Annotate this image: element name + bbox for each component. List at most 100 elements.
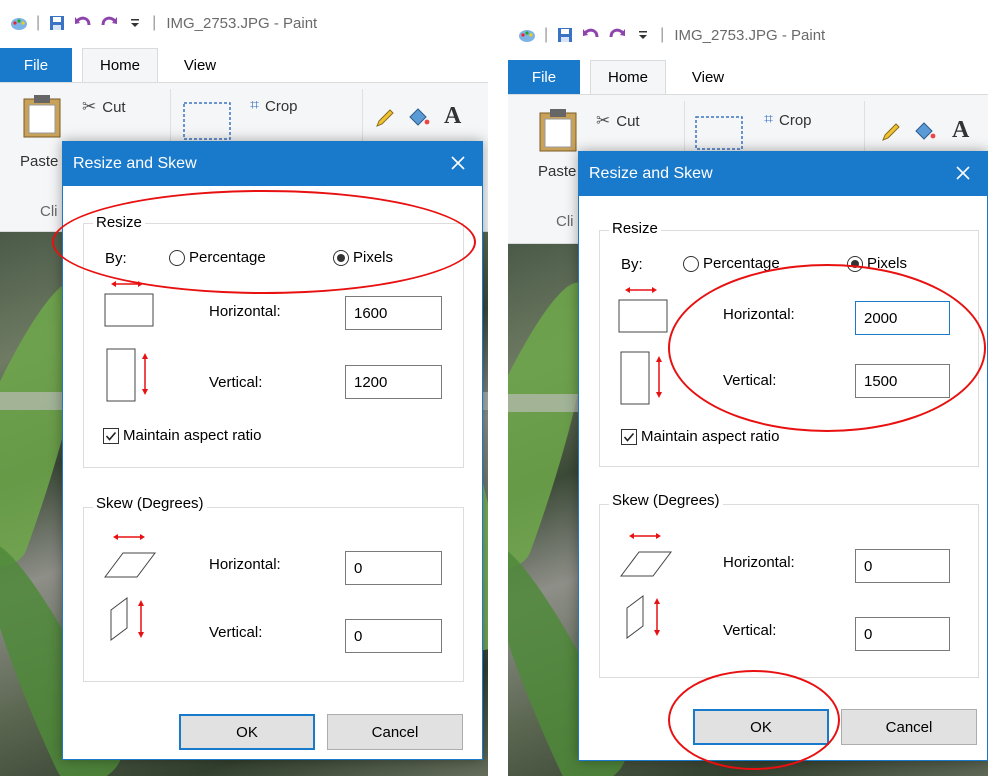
separator: | <box>660 26 665 43</box>
title-bar: | | IMG_2753.JPG - Paint <box>508 12 988 58</box>
vertical-resize-icon <box>619 350 669 410</box>
skew-horizontal-input[interactable] <box>855 549 950 583</box>
resize-group-label: Resize <box>93 214 145 231</box>
ok-button[interactable]: OK <box>179 714 315 750</box>
tab-home[interactable]: Home <box>82 48 158 82</box>
skew-vertical-input[interactable] <box>345 619 442 653</box>
crop-button[interactable]: ⌗ Crop <box>764 111 812 129</box>
tab-view[interactable]: View <box>170 48 230 82</box>
paint-app-icon[interactable] <box>10 14 28 32</box>
cut-button[interactable]: ✂ Cut <box>596 111 640 131</box>
horizontal-resize-icon <box>103 278 155 334</box>
select-icon[interactable] <box>694 115 744 151</box>
undo-icon[interactable] <box>74 14 92 32</box>
paint-window-after: | | IMG_2753.JPG - Paint File Home View … <box>508 0 988 776</box>
horizontal-skew-icon <box>619 530 673 584</box>
redo-icon[interactable] <box>100 14 118 32</box>
clipboard-group-label: Cli <box>556 213 574 230</box>
ribbon-tabs: File Home View <box>508 58 988 94</box>
fill-icon[interactable] <box>406 105 430 129</box>
percentage-radio[interactable]: Percentage <box>683 255 780 272</box>
resize-horizontal-label: Horizontal: <box>209 303 281 320</box>
paste-button[interactable]: Paste <box>20 153 58 170</box>
save-icon[interactable] <box>48 14 66 32</box>
separator: | <box>152 14 157 31</box>
dialog-title: Resize and Skew <box>73 155 197 172</box>
resize-horizontal-input[interactable] <box>345 296 442 330</box>
skew-horizontal-input[interactable] <box>345 551 442 585</box>
fill-icon[interactable] <box>912 119 936 143</box>
pixels-radio[interactable]: Pixels <box>333 249 393 266</box>
skew-vertical-label: Vertical: <box>723 622 777 639</box>
title-bar: | | IMG_2753.JPG - Paint <box>0 0 488 46</box>
pencil-icon[interactable] <box>374 107 396 129</box>
close-icon[interactable] <box>951 161 975 185</box>
radio-selected-icon <box>333 249 349 266</box>
undo-icon[interactable] <box>582 26 600 44</box>
maintain-aspect-checkbox[interactable]: Maintain aspect ratio <box>103 427 261 444</box>
customize-toolbar-icon[interactable] <box>126 14 144 32</box>
skew-group-label: Skew (Degrees) <box>609 492 723 509</box>
crop-button[interactable]: ⌗ Crop <box>250 97 298 115</box>
clipboard-group-label: Cli <box>40 203 58 220</box>
ok-button[interactable]: OK <box>693 709 829 745</box>
text-tool-icon[interactable]: A <box>952 117 969 144</box>
paste-icon[interactable] <box>538 107 578 153</box>
dialog-title-bar: Resize and Skew <box>63 142 482 186</box>
scissors-icon: ✂ <box>596 111 611 130</box>
paste-icon[interactable] <box>22 93 62 139</box>
resize-vertical-label: Vertical: <box>209 374 263 391</box>
resize-vertical-label: Vertical: <box>723 372 777 389</box>
tab-file[interactable]: File <box>0 48 72 82</box>
maintain-aspect-checkbox[interactable]: Maintain aspect ratio <box>621 428 779 445</box>
skew-group-label: Skew (Degrees) <box>93 495 207 512</box>
crop-icon: ⌗ <box>764 111 774 128</box>
resize-vertical-input[interactable] <box>855 364 950 398</box>
by-label: By: <box>621 256 643 273</box>
separator: | <box>36 14 41 31</box>
text-tool-icon[interactable]: A <box>444 103 461 130</box>
crop-icon: ⌗ <box>250 97 260 114</box>
paint-window-before: | | IMG_2753.JPG - Paint File Home View … <box>0 0 488 776</box>
window-title: IMG_2753.JPG - Paint <box>166 14 318 32</box>
tab-view[interactable]: View <box>678 60 738 94</box>
skew-vertical-label: Vertical: <box>209 624 263 641</box>
by-label: By: <box>105 250 127 267</box>
percentage-radio[interactable]: Percentage <box>169 249 266 266</box>
vertical-resize-icon <box>105 347 155 407</box>
cut-button[interactable]: ✂ Cut <box>82 97 126 117</box>
tab-file[interactable]: File <box>508 60 580 94</box>
select-icon[interactable] <box>182 101 232 141</box>
scissors-icon: ✂ <box>82 97 97 116</box>
resize-horizontal-input[interactable] <box>855 301 950 335</box>
checkbox-checked-icon <box>103 427 119 444</box>
paint-app-icon[interactable] <box>518 26 536 44</box>
dialog-title: Resize and Skew <box>589 165 713 182</box>
resize-vertical-input[interactable] <box>345 365 442 399</box>
radio-empty-icon <box>169 249 185 266</box>
customize-toolbar-icon[interactable] <box>634 26 652 44</box>
resize-horizontal-label: Horizontal: <box>723 306 795 323</box>
close-icon[interactable] <box>446 151 470 175</box>
radio-selected-icon <box>847 255 863 272</box>
save-icon[interactable] <box>556 26 574 44</box>
skew-horizontal-label: Horizontal: <box>723 554 795 571</box>
window-title: IMG_2753.JPG - Paint <box>674 26 826 44</box>
resize-dialog: Resize and Skew Resize By: Percentage Pi… <box>578 151 988 761</box>
ribbon-tabs: File Home View <box>0 46 488 82</box>
skew-vertical-input[interactable] <box>855 617 950 651</box>
skew-horizontal-label: Horizontal: <box>209 556 281 573</box>
tab-home[interactable]: Home <box>590 60 666 94</box>
dialog-title-bar: Resize and Skew <box>579 152 987 196</box>
horizontal-resize-icon <box>617 284 669 340</box>
pencil-icon[interactable] <box>880 121 902 143</box>
radio-empty-icon <box>683 255 699 272</box>
paste-button[interactable]: Paste <box>538 163 576 180</box>
redo-icon[interactable] <box>608 26 626 44</box>
vertical-skew-icon <box>623 592 673 646</box>
vertical-skew-icon <box>107 594 157 648</box>
horizontal-skew-icon <box>103 531 157 585</box>
cancel-button[interactable]: Cancel <box>327 714 463 750</box>
pixels-radio[interactable]: Pixels <box>847 255 907 272</box>
cancel-button[interactable]: Cancel <box>841 709 977 745</box>
